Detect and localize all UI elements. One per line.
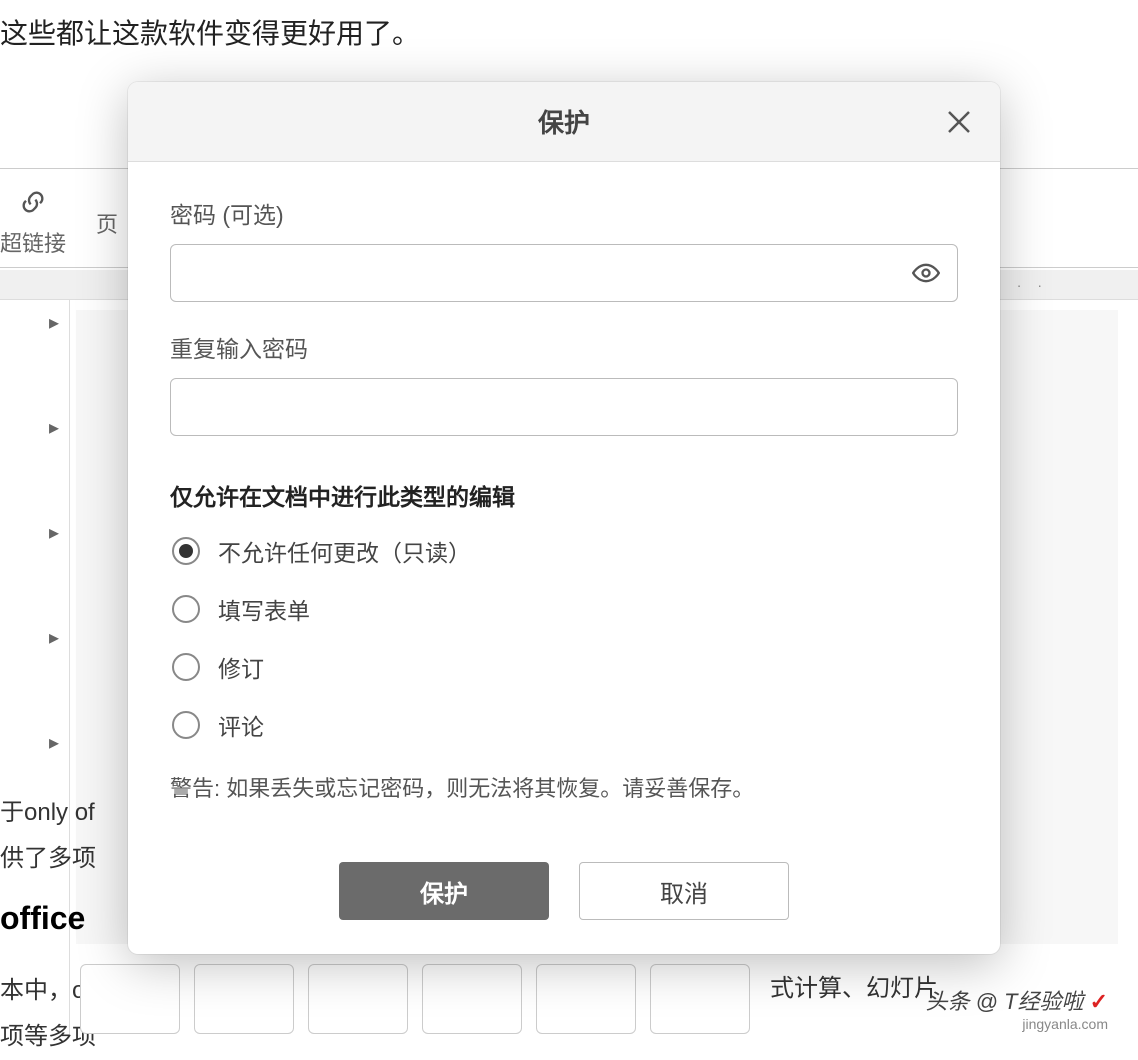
toolbar-page-label: 页 (96, 207, 118, 239)
password-label: 密码 (可选) (170, 196, 958, 230)
watermark-main: 头条 @ T经验啦 ✓ (925, 984, 1108, 1016)
close-icon (944, 124, 974, 141)
protect-dialog: 保护 密码 (可选) 重复输入密码 仅允许在文档中进行此类型的编辑 不允许任何 (128, 82, 1000, 954)
edit-type-heading: 仅允许在文档中进行此类型的编辑 (170, 478, 958, 512)
radio-forms[interactable]: 填写表单 (172, 592, 958, 626)
password-field-wrap (170, 244, 958, 302)
caret-icon[interactable]: ▸ (49, 520, 59, 545)
template-thumb[interactable] (308, 964, 408, 1034)
caret-icon[interactable]: ▸ (49, 730, 59, 755)
dialog-body: 密码 (可选) 重复输入密码 仅允许在文档中进行此类型的编辑 不允许任何更改（只… (128, 162, 1000, 834)
template-thumb[interactable] (80, 964, 180, 1034)
radio-tracked[interactable]: 修订 (172, 650, 958, 684)
warning-text: 警告: 如果丢失或忘记密码，则无法将其恢复。请妥善保存。 (170, 772, 958, 806)
bg-heading: office (0, 900, 85, 937)
repeat-password-field-wrap (170, 378, 958, 436)
radio-icon (172, 653, 200, 681)
caret-icon[interactable]: ▸ (49, 415, 59, 440)
toolbar-page[interactable]: 页 (96, 207, 118, 239)
template-thumb[interactable] (536, 964, 636, 1034)
template-thumb[interactable] (194, 964, 294, 1034)
radio-readonly-label: 不允许任何更改（只读） (218, 534, 471, 568)
protect-button[interactable]: 保护 (339, 862, 549, 920)
eye-icon (912, 266, 940, 292)
dialog-title: 保护 (538, 103, 590, 140)
repeat-password-label: 重复输入密码 (170, 330, 958, 364)
repeat-password-input[interactable] (170, 378, 958, 436)
cancel-button[interactable]: 取消 (579, 862, 789, 920)
radio-icon (172, 595, 200, 623)
bg-mid-line2: 供了多项 (0, 836, 96, 882)
caret-icon[interactable]: ▸ (49, 310, 59, 335)
radio-icon (172, 711, 200, 739)
radio-comments[interactable]: 评论 (172, 708, 958, 742)
close-button[interactable] (944, 107, 974, 137)
bg-text-top: 这些都让这款软件变得更好用了。 (0, 12, 420, 52)
bg-text-mid: 于only of 供了多项 (0, 790, 96, 882)
toolbar-hyperlink-label: 超链接 (0, 226, 66, 258)
caret-icon[interactable]: ▸ (49, 625, 59, 650)
watermark-sub: jingyanla.com (1022, 1016, 1108, 1032)
template-thumb[interactable] (650, 964, 750, 1034)
dialog-titlebar: 保护 (128, 82, 1000, 162)
toolbar-hyperlink[interactable]: 超链接 (0, 188, 66, 258)
edit-type-radio-group: 不允许任何更改（只读） 填写表单 修订 评论 (170, 534, 958, 742)
radio-forms-label: 填写表单 (218, 592, 310, 626)
password-input[interactable] (170, 244, 958, 302)
template-thumb[interactable] (422, 964, 522, 1034)
radio-tracked-label: 修订 (218, 650, 264, 684)
link-icon (19, 188, 47, 222)
radio-readonly[interactable]: 不允许任何更改（只读） (172, 534, 958, 568)
radio-icon (172, 537, 200, 565)
dialog-footer: 保护 取消 (128, 834, 1000, 954)
radio-comments-label: 评论 (218, 708, 264, 742)
bg-mid-line1: 于only of (0, 790, 96, 836)
toggle-visibility-button[interactable] (912, 259, 940, 287)
